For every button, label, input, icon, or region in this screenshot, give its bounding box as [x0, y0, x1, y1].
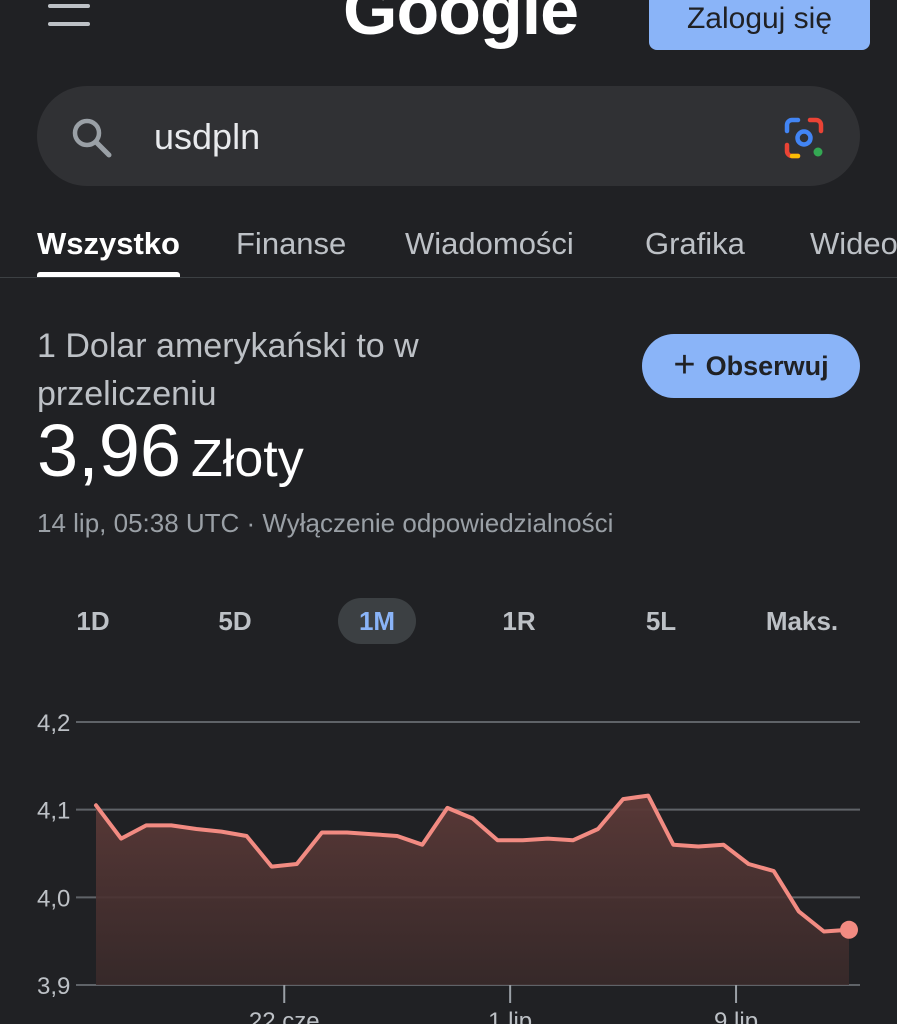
rate-value: 3,96	[37, 409, 182, 492]
plus-icon: +	[673, 343, 696, 386]
tab-wszystko[interactable]: Wszystko	[37, 226, 180, 262]
tabs-divider	[0, 277, 897, 278]
tab-wiadomosci[interactable]: Wiadomości	[405, 226, 574, 262]
range-1r[interactable]: 1R	[480, 598, 558, 644]
search-icon[interactable]	[70, 116, 112, 158]
range-max[interactable]: Maks.	[756, 598, 848, 644]
tab-grafika[interactable]: Grafika	[645, 226, 745, 262]
area-fill	[96, 795, 849, 985]
google-lens-icon[interactable]	[781, 115, 827, 161]
exchange-rate: 3,96 Złoty	[37, 408, 304, 493]
signin-button[interactable]: Zaloguj się	[649, 0, 870, 50]
y-tick-label: 4,0	[37, 885, 70, 912]
exchange-rate-chart[interactable]: 4,2 4,1 4,0 3,9 22 cze 1 lip 9 lip	[0, 690, 897, 1024]
y-tick-label: 4,2	[37, 710, 70, 737]
y-tick-label: 4,1	[37, 798, 70, 825]
tab-finanse[interactable]: Finanse	[236, 226, 346, 262]
range-5l[interactable]: 5L	[622, 598, 700, 644]
tab-wideo[interactable]: Wideo	[810, 226, 897, 262]
current-value-dot	[840, 920, 858, 939]
rate-currency: Złoty	[191, 430, 304, 488]
range-5d[interactable]: 5D	[196, 598, 274, 644]
menu-icon[interactable]	[48, 4, 92, 28]
conversion-label: 1 Dolar amerykański to w przeliczeniu	[37, 327, 419, 413]
google-logo[interactable]: Google	[343, 0, 579, 50]
range-1m[interactable]: 1M	[338, 598, 416, 644]
follow-button[interactable]: + Obserwuj	[642, 334, 860, 398]
x-tick-label: 1 lip	[488, 1008, 532, 1024]
range-1d[interactable]: 1D	[54, 598, 132, 644]
follow-label: Obserwuj	[705, 350, 829, 381]
y-tick-label: 3,9	[37, 973, 70, 1000]
x-tick-label: 22 cze	[249, 1008, 320, 1024]
timestamp-disclaimer[interactable]: 14 lip, 05:38 UTC · Wyłączenie odpowiedz…	[37, 508, 613, 539]
search-input[interactable]: usdpln	[154, 116, 260, 158]
x-tick-label: 9 lip	[714, 1008, 758, 1024]
